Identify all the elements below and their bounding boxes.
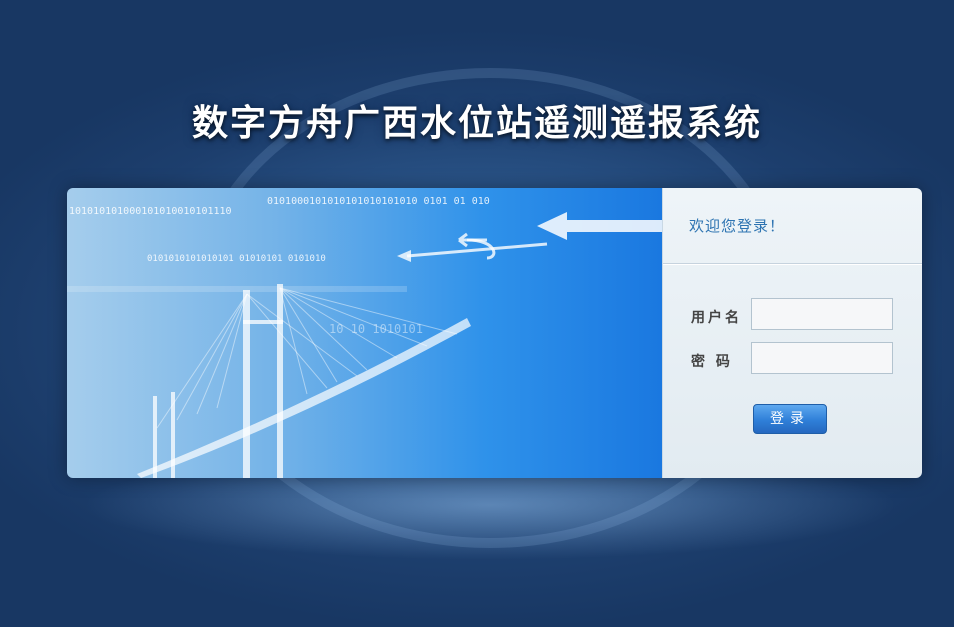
binary-line-4: 10 10 1010101 (329, 322, 423, 336)
welcome-text: 欢迎您登录！ (689, 217, 786, 235)
arrow-curve (406, 232, 548, 260)
binary-line-3: 0101010101010101 01010101 0101010 (147, 254, 326, 264)
panel-divider (663, 263, 922, 264)
login-panel: 欢迎您登录！ 用户名 密 码 登录 (662, 188, 922, 478)
login-card: 0101000101010101010101010 0101 01 010 10… (67, 188, 922, 478)
system-title: 数字方舟广西水位站遥测遥报系统 (191, 103, 762, 144)
binary-line-1: 0101000101010101010101010 0101 01 010 (267, 196, 490, 207)
password-label: 密 码 (691, 354, 733, 370)
arrow-left-big (537, 212, 662, 240)
username-label: 用户名 (691, 310, 742, 326)
binary-line-2: 101010101000101010010101110 (69, 206, 232, 217)
bridge-deck (137, 318, 471, 478)
password-input[interactable] (751, 342, 893, 374)
arrow-left-small (397, 250, 411, 262)
username-input[interactable] (751, 298, 893, 330)
bridge-banner: 0101000101010101010101010 0101 01 010 10… (67, 188, 662, 478)
login-button[interactable]: 登录 (753, 404, 827, 434)
